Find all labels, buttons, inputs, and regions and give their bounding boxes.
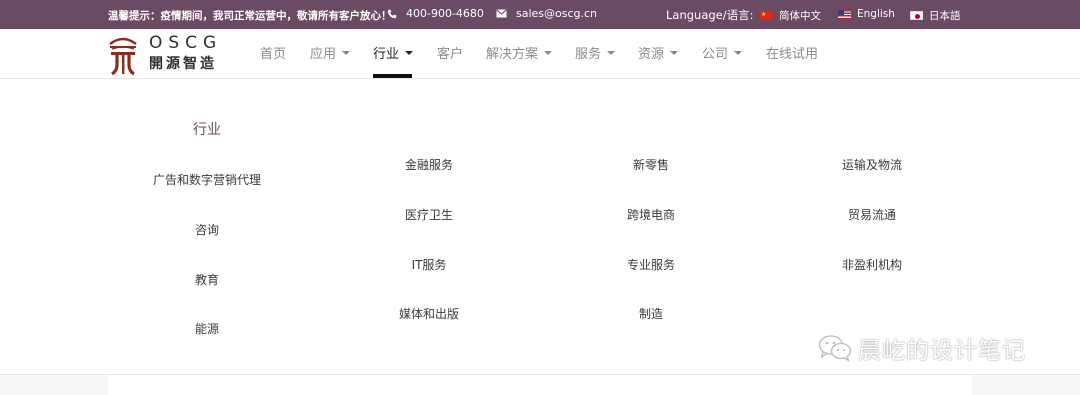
nav-item-apps[interactable]: 应用 (310, 43, 351, 62)
phone-number: 400-900-4680 (406, 7, 484, 20)
caret-down-icon (607, 50, 616, 55)
menu-section-title: 行业 (193, 122, 221, 138)
wechat-icon (818, 335, 852, 362)
menu-link-manufacturing[interactable]: 制造 (639, 305, 663, 322)
menu-link-healthcare[interactable]: 医疗卫生 (405, 206, 453, 223)
language-option-label: English (857, 8, 895, 20)
menu-link-energy[interactable]: 能源 (195, 320, 219, 337)
page-background-below (0, 375, 1080, 395)
watermark-text: 晨屹的设计笔记 (858, 338, 1026, 364)
phone-contact[interactable]: 400-900-4680 (387, 7, 484, 20)
language-option-label: 简体中文 (779, 10, 821, 22)
japan-flag-icon (910, 11, 923, 20)
nav-item-label: 首页 (260, 47, 287, 62)
nav-item-trial[interactable]: 在线试用 (766, 43, 818, 62)
email-contact[interactable]: sales@oscg.cn (496, 7, 597, 20)
menu-link-logistics[interactable]: 运输及物流 (842, 156, 902, 173)
nav-item-label: 在线试用 (766, 47, 819, 62)
menu-link-consulting[interactable]: 咨询 (195, 221, 219, 238)
language-option-zh[interactable]: 简体中文 (760, 8, 821, 23)
envelope-icon (496, 9, 507, 18)
caret-down-icon (342, 50, 351, 55)
caret-down-icon (670, 50, 679, 55)
nav-item-label: 服务 (575, 47, 602, 62)
nav-item-industries[interactable]: 行业 (373, 43, 414, 62)
logo-wordmark-en: OSCG (149, 33, 223, 53)
caret-down-icon (544, 50, 553, 55)
logo-wordmark-cn: 開源智造 (149, 56, 217, 72)
nav-item-label: 客户 (437, 47, 464, 62)
nav-item-company[interactable]: 公司 (702, 43, 743, 62)
nav-item-services[interactable]: 服务 (575, 43, 616, 62)
nav-item-label: 解决方案 (486, 47, 539, 62)
language-option-ja[interactable]: 日本語 (910, 8, 961, 23)
menu-link-trade-distribution[interactable]: 贸易流通 (848, 206, 896, 223)
nav-item-solutions[interactable]: 解决方案 (486, 43, 553, 62)
nav-item-label: 行业 (373, 47, 400, 62)
top-utility-bar: 温馨提示：疫情期间，我司正常运营中，敬请所有客户放心！ 400-900-4680… (0, 0, 1080, 29)
site-header: OSCG 開源智造 首页 应用 行业 客户 解决方案 服务 资源 公司 在线试用 (0, 29, 1080, 79)
logo[interactable]: OSCG 開源智造 (107, 31, 222, 77)
us-flag-icon (838, 9, 851, 19)
watermark: 晨屹的设计笔记 (818, 331, 1026, 365)
language-label: Language/语言: (666, 8, 754, 22)
menu-link-advertising[interactable]: 广告和数字营销代理 (153, 171, 261, 188)
caret-down-icon (405, 50, 414, 55)
language-option-en[interactable]: English (838, 8, 895, 20)
notice-text: 温馨提示：疫情期间，我司正常运营中，敬请所有客户放心！ (108, 10, 392, 22)
menu-link-cross-border-ecommerce[interactable]: 跨境电商 (627, 206, 675, 223)
menu-link-media-publishing[interactable]: 媒体和出版 (399, 305, 459, 322)
email-address: sales@oscg.cn (516, 7, 598, 20)
active-nav-indicator (373, 74, 412, 78)
nav-item-label: 公司 (702, 47, 729, 62)
caret-down-icon (734, 50, 743, 55)
menu-link-education[interactable]: 教育 (195, 271, 219, 288)
menu-link-financial-services[interactable]: 金融服务 (405, 156, 453, 173)
phone-icon (387, 9, 397, 18)
nav-item-resources[interactable]: 资源 (638, 43, 679, 62)
nav-item-label: 资源 (638, 47, 665, 62)
menu-link-nonprofit[interactable]: 非盈利机构 (842, 256, 902, 273)
nav-item-home[interactable]: 首页 (260, 43, 286, 62)
menu-link-new-retail[interactable]: 新零售 (633, 156, 669, 173)
nav-item-label: 应用 (310, 47, 337, 62)
nav-item-customers[interactable]: 客户 (437, 43, 463, 62)
language-option-label: 日本語 (929, 10, 961, 22)
menu-link-it-services[interactable]: IT服务 (412, 256, 447, 273)
logo-mark-icon (109, 37, 137, 76)
menu-link-professional-services[interactable]: 专业服务 (627, 256, 675, 273)
china-flag-icon (760, 11, 773, 20)
